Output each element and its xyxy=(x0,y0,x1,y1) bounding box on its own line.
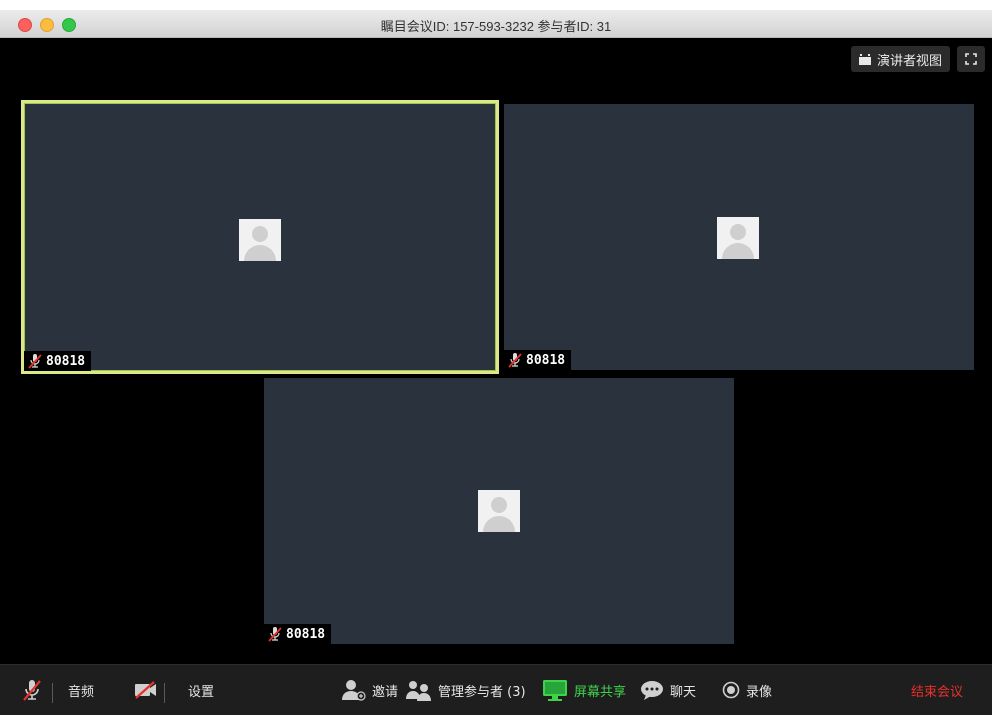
mic-muted-icon xyxy=(508,353,522,368)
mic-muted-icon xyxy=(28,354,42,369)
chat-label: 聊天 xyxy=(670,684,697,700)
audio-label: 音频 xyxy=(68,684,95,700)
fullscreen-button[interactable] xyxy=(957,46,985,72)
settings-label: 设置 xyxy=(188,684,215,700)
speaker-view-label: 演讲者视图 xyxy=(877,53,943,69)
participants-icon xyxy=(406,681,431,701)
avatar-placeholder-icon xyxy=(239,219,281,261)
manage-participants-label: 管理参与者 (3) xyxy=(438,684,526,700)
avatar-placeholder-icon xyxy=(478,490,520,532)
camera-off-icon xyxy=(135,681,156,699)
participant-name-tag: 80818 xyxy=(24,351,92,371)
share-screen-label: 屏幕共享 xyxy=(574,684,627,700)
document-caption-fragment xyxy=(0,0,992,10)
mic-muted-icon xyxy=(23,680,41,701)
participant-name-tag: 80818 xyxy=(504,350,572,370)
audio-button[interactable]: 音频 xyxy=(68,665,94,715)
participant-name: 80818 xyxy=(46,353,86,369)
toolbar-divider xyxy=(164,683,165,703)
invite-label: 邀请 xyxy=(372,684,399,700)
mic-muted-icon xyxy=(268,627,282,642)
record-label: 录像 xyxy=(746,684,773,700)
participant-name: 80818 xyxy=(526,352,566,368)
mute-button[interactable] xyxy=(22,665,42,715)
participant-name: 80818 xyxy=(286,626,326,642)
record-icon xyxy=(722,681,740,699)
avatar-placeholder-icon xyxy=(717,217,759,259)
end-meeting-button[interactable]: 结束会议 xyxy=(911,665,963,715)
record-button[interactable]: 录像 xyxy=(722,665,772,715)
speaker-view-button[interactable]: 演讲者视图 xyxy=(851,46,951,72)
manage-participants-button[interactable]: 管理参与者 (3) xyxy=(404,665,526,715)
chat-button[interactable]: 聊天 xyxy=(640,665,696,715)
video-tile-active[interactable]: 80818 xyxy=(21,100,499,374)
share-screen-icon xyxy=(543,680,567,701)
meeting-toolbar: 音频 设置 邀请 管理参与者 (3) 屏幕共享 聊天 录像 结束会议 xyxy=(0,664,992,715)
speaker-view-icon xyxy=(859,53,871,65)
share-screen-button[interactable]: 屏幕共享 xyxy=(542,665,626,715)
settings-button[interactable]: 设置 xyxy=(188,665,214,715)
video-tile[interactable]: 80818 xyxy=(504,104,974,370)
invite-user-icon xyxy=(342,680,366,701)
window-titlebar: 瞩目会议ID: 157-593-3232 参与者ID: 31 xyxy=(0,10,992,38)
toolbar-divider xyxy=(52,683,53,703)
end-meeting-label: 结束会议 xyxy=(911,684,964,700)
video-tile[interactable]: 80818 xyxy=(264,378,734,644)
invite-button[interactable]: 邀请 xyxy=(340,665,398,715)
fullscreen-icon xyxy=(965,53,977,65)
stop-video-button[interactable] xyxy=(134,665,158,715)
window-title: 瞩目会议ID: 157-593-3232 参与者ID: 31 xyxy=(380,19,612,34)
participant-name-tag: 80818 xyxy=(264,624,332,644)
chat-icon xyxy=(641,681,663,700)
